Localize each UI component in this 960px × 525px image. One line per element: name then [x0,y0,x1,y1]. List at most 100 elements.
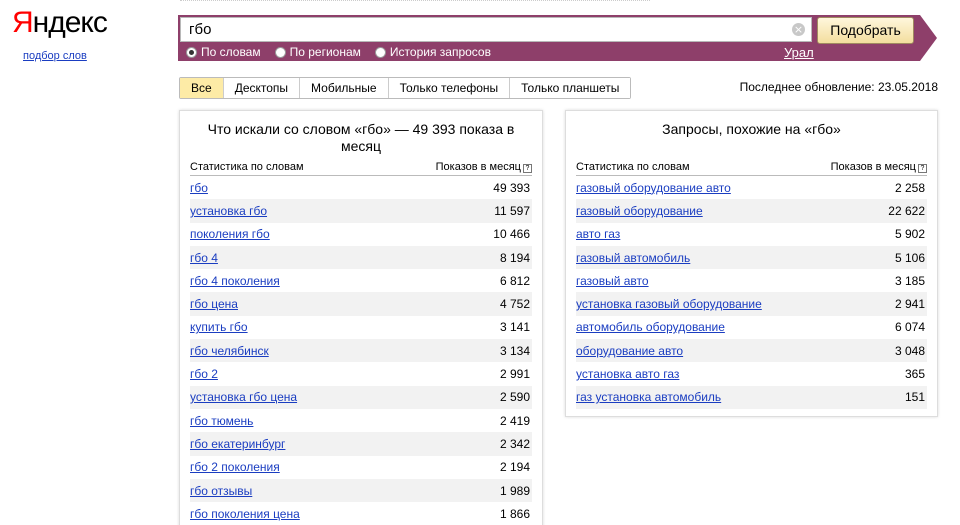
tab-tablets[interactable]: Только планшеты [510,78,631,98]
impressions-count: 3 134 [499,343,530,358]
column-count: Показов в месяц? [436,161,532,173]
impressions-count: 49 393 [493,180,530,195]
query-link[interactable]: установка гбо цена [190,390,297,404]
query-link[interactable]: установка газовый оборудование [576,297,762,311]
table-row: гбо отзывы 1 989 [190,478,532,503]
impressions-count: 10 466 [493,227,530,242]
table-row: установка гбо 11 597 [190,199,532,223]
impressions-count: 5 902 [894,227,925,242]
query-link[interactable]: газовый авто [576,274,649,288]
query-link[interactable]: газовый оборудование авто [576,181,731,195]
tab-phones[interactable]: Только телефоны [388,78,511,98]
impressions-count: 4 752 [499,297,530,312]
impressions-count: 3 185 [894,273,925,288]
query-link[interactable]: гбо 2 поколения [190,460,280,474]
impressions-count: 6 074 [894,320,925,335]
tab-mobile[interactable]: Мобильные [300,78,389,98]
impressions-count: 2 258 [894,180,925,195]
wordstat-link[interactable]: подбор слов [23,50,87,62]
table-row: автомобиль оборудование 6 074 [576,316,927,339]
table-row: гбо 2 2 991 [190,362,532,385]
table-row: гбо челябинск 3 134 [190,339,532,363]
query-link[interactable]: гбо тюмень [190,414,253,428]
clear-icon[interactable]: × [792,23,805,36]
radio-icon [374,46,386,58]
impressions-count: 1 989 [499,483,530,498]
query-link[interactable]: газ установка автомобиль [576,390,721,404]
last-updated: Последнее обновление: 23.05.2018 [739,80,938,94]
pick-button[interactable]: Подобрать [817,17,914,44]
query-link[interactable]: гбо отзывы [190,484,252,498]
impressions-count: 2 342 [499,436,530,451]
impressions-count: 3 048 [894,343,925,358]
table-row: установка гбо цена 2 590 [190,385,532,409]
query-link[interactable]: купить гбо [190,320,248,334]
query-link[interactable]: автомобиль оборудование [576,320,725,334]
query-link[interactable]: гбо поколения цена [190,507,300,521]
table-row: газовый оборудование авто 2 258 [576,176,927,199]
similar-queries-list: газовый оборудование авто 2 258 газовый об… [576,176,927,409]
table-row: установка авто газ 365 [576,362,927,385]
mode-by-regions[interactable]: По регионам [274,44,361,60]
query-link[interactable]: гбо 2 [190,367,218,381]
query-link[interactable]: гбо 4 [190,251,218,265]
mode-by-words[interactable]: По словам [186,44,261,60]
help-icon[interactable]: ? [523,164,532,173]
column-count: Показов в месяц? [831,161,927,173]
table-row: гбо поколения цена 1 866 [190,502,532,525]
column-header: Статистика по словам Показов в месяц? [190,159,532,176]
mode-history[interactable]: История запросов [374,44,491,60]
query-link[interactable]: гбо челябинск [190,344,269,358]
impressions-count: 2 419 [499,413,530,428]
query-link[interactable]: установка авто газ [576,367,679,381]
radio-checked-icon [186,46,197,58]
query-link[interactable]: установка гбо [190,204,267,218]
impressions-count: 2 194 [499,460,530,475]
impressions-count: 151 [904,390,925,405]
table-row: гбо 49 393 [190,176,532,199]
top-divider [180,0,650,2]
table-row: газовый оборудование 22 622 [576,199,927,223]
help-icon[interactable]: ? [918,164,927,173]
column-term: Статистика по словам [190,161,304,173]
table-row: гбо 4 поколения 6 812 [190,269,532,292]
search-input[interactable]: гбо [180,17,812,42]
word-stats-panel: Что искали со словом «гбо» — 49 393 пока… [179,110,543,525]
word-stats-list: гбо 49 393 установка гбо 11 597 поколения гб… [190,176,532,525]
device-tabs: Все Десктопы Мобильные Только телефоны Т… [179,77,632,99]
query-link[interactable]: авто газ [576,227,620,241]
table-row: газовый автомобиль 5 106 [576,245,927,270]
query-link[interactable]: гбо цена [190,297,238,311]
tab-desktops[interactable]: Десктопы [223,78,301,98]
query-link[interactable]: поколения гбо [190,227,270,241]
impressions-count: 3 141 [499,320,530,335]
query-link[interactable]: газовый оборудование [576,204,703,218]
search-band-arrow [920,15,937,61]
table-row: газовый авто 3 185 [576,269,927,292]
panel-title: Что искали со словом «гбо» — 49 393 пока… [207,121,515,154]
tab-all[interactable]: Все [180,78,224,98]
table-row: оборудование авто 3 048 [576,339,927,363]
query-link[interactable]: газовый автомобиль [576,251,690,265]
table-row: гбо 4 8 194 [190,245,532,270]
table-row: поколения гбо 10 466 [190,223,532,246]
search-mode-group: По словам По регионам История запросов [186,44,505,60]
query-link[interactable]: гбо екатеринбург [190,437,285,451]
impressions-count: 2 991 [499,367,530,382]
region-link[interactable]: Урал [784,45,814,60]
column-term: Статистика по словам [576,161,690,173]
table-row: гбо 2 поколения 2 194 [190,456,532,479]
yandex-logo[interactable]: Яндекс [12,6,108,40]
query-link[interactable]: гбо 4 поколения [190,274,280,288]
column-header: Статистика по словам Показов в месяц? [576,159,927,176]
table-row: авто газ 5 902 [576,223,927,246]
impressions-count: 365 [904,367,925,382]
query-link[interactable]: оборудование авто [576,344,683,358]
impressions-count: 11 597 [494,203,530,218]
table-row: гбо тюмень 2 419 [190,409,532,432]
impressions-count: 2 941 [894,297,925,312]
query-link[interactable]: гбо [190,181,208,195]
table-row: установка газовый оборудование 2 941 [576,292,927,316]
impressions-count: 5 106 [894,250,925,265]
table-row: гбо цена 4 752 [190,292,532,316]
